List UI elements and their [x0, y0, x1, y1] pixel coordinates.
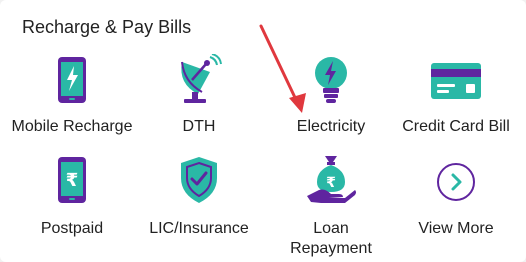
annotation-arrow: [259, 24, 306, 113]
tile-label: Electricity: [296, 118, 366, 135]
loan-repayment-tile[interactable]: ₹ Loan Repayment: [269, 152, 393, 262]
bulb-bolt-icon: [313, 56, 349, 104]
view-more-tile[interactable]: View More: [394, 152, 518, 242]
mobile-rupee-icon: ₹: [57, 156, 87, 204]
postpaid-tile[interactable]: ₹ Postpaid: [10, 152, 134, 242]
recharge-pay-bills-card: Recharge & Pay Bills Mobile Recharge DTH…: [0, 0, 526, 262]
tile-label-line2: Repayment: [290, 240, 372, 257]
tile-label: Postpaid: [40, 220, 104, 237]
money-bag-hand-icon: ₹: [305, 152, 357, 204]
tile-label: DTH: [182, 118, 216, 135]
shield-check-icon: [179, 156, 219, 204]
lic-insurance-tile[interactable]: LIC/Insurance: [137, 152, 261, 242]
mobile-charge-icon: [57, 56, 87, 104]
satellite-dish-icon: [176, 54, 222, 104]
mobile-recharge-tile[interactable]: Mobile Recharge: [10, 52, 134, 142]
tile-label: Mobile Recharge: [11, 118, 133, 135]
dth-tile[interactable]: DTH: [137, 52, 261, 142]
tile-label: Credit Card Bill: [402, 118, 510, 135]
svg-text:₹: ₹: [326, 175, 336, 191]
credit-card-bill-tile[interactable]: Credit Card Bill: [394, 52, 518, 142]
credit-card-icon: [430, 62, 482, 100]
chevron-right-circle-icon: [436, 162, 476, 202]
section-title: Recharge & Pay Bills: [22, 17, 192, 37]
svg-text:₹: ₹: [66, 170, 79, 191]
tile-label: View More: [418, 220, 494, 237]
tile-label: LIC/Insurance: [149, 220, 249, 237]
tile-label: Loan: [313, 220, 349, 237]
